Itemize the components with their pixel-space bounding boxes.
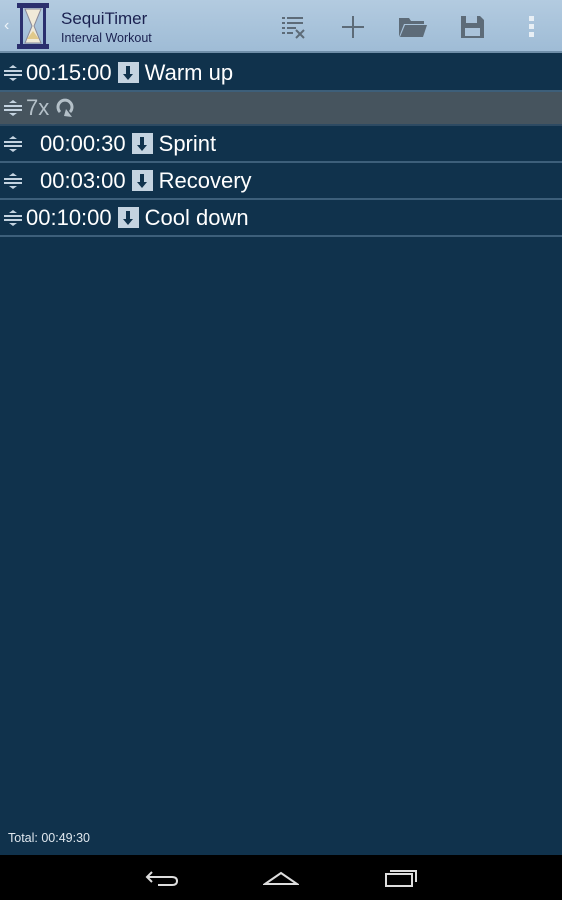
interval-row[interactable]: 00:10:00 Cool down [0,200,562,237]
interval-duration[interactable]: 00:10:00 [26,205,112,231]
up-chevron-icon[interactable]: ‹ [4,17,9,35]
repeat-count: 7x [26,95,50,120]
navigation-bar [0,855,562,900]
repeat-group-row[interactable]: 7x [0,92,562,126]
back-icon[interactable] [144,868,180,888]
interval-label[interactable]: Recovery [159,168,252,194]
interval-label[interactable]: Cool down [145,205,249,231]
hourglass-logo-icon[interactable] [17,3,49,49]
interval-duration[interactable]: 00:15:00 [26,60,112,86]
drag-handle-icon[interactable] [3,135,23,152]
app-subtitle: Interval Workout [61,31,152,45]
add-icon[interactable] [338,12,368,42]
interval-list: 00:15:00 Warm up 7x 00:00:30 Sprint 00:03:00 R… [0,55,562,237]
repeat-icon[interactable] [54,97,76,119]
interval-row[interactable]: 00:03:00 Recovery [0,163,562,200]
total-duration: Total: 00:49:30 [8,831,91,845]
interval-label[interactable]: Sprint [159,131,216,157]
clear-list-icon[interactable] [278,12,308,42]
recent-apps-icon[interactable] [384,868,420,888]
interval-duration[interactable]: 00:00:30 [40,131,126,157]
home-icon[interactable] [263,868,299,888]
action-bar: ‹ SequiTimer Interval Workout [0,0,562,53]
interval-duration[interactable]: 00:03:00 [40,168,126,194]
interval-row[interactable]: 00:00:30 Sprint [0,126,562,163]
interval-label[interactable]: Warm up [145,60,233,86]
drag-handle-icon[interactable] [3,100,23,116]
open-folder-icon[interactable] [398,12,428,42]
drag-handle-icon[interactable] [3,64,23,81]
sound-dropdown-icon[interactable] [131,133,153,154]
app-title: SequiTimer [61,9,148,28]
sound-dropdown-icon[interactable] [117,207,139,228]
drag-handle-icon[interactable] [3,209,23,226]
interval-row[interactable]: 00:15:00 Warm up [0,55,562,92]
drag-handle-icon[interactable] [3,172,23,189]
save-icon[interactable] [457,12,487,42]
sound-dropdown-icon[interactable] [131,170,153,191]
overflow-menu-icon[interactable] [518,12,548,42]
sound-dropdown-icon[interactable] [117,62,139,83]
